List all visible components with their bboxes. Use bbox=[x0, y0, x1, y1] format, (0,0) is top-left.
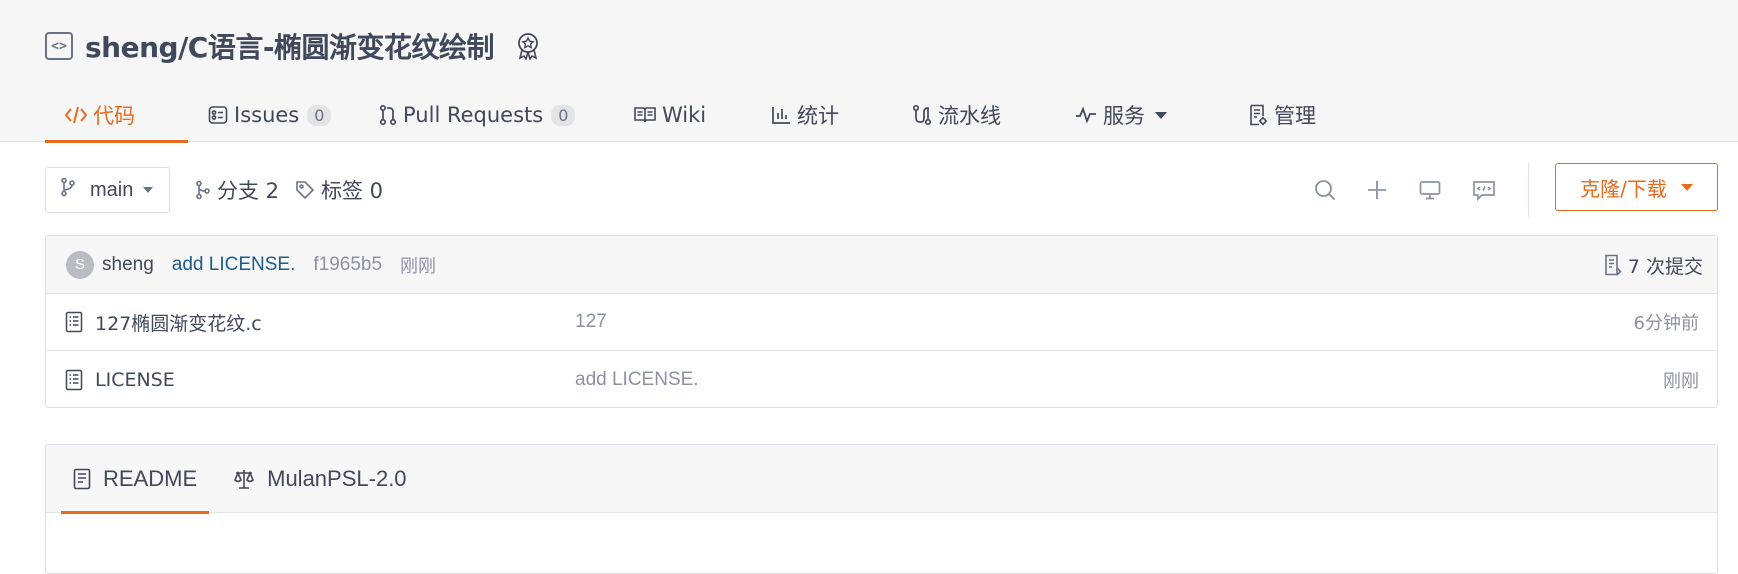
tab-readme-label: README bbox=[103, 466, 198, 491]
branches-label: 分支 2 bbox=[217, 179, 280, 203]
file-commit-message[interactable]: add LICENSE. bbox=[575, 369, 699, 391]
latest-commit-bar: S sheng add LICENSE. f1965b5 刚刚 7 次提交 bbox=[46, 236, 1717, 294]
file-browser: S sheng add LICENSE. f1965b5 刚刚 7 次提交 12… bbox=[45, 235, 1718, 408]
commit-count-label: 7 次提交 bbox=[1627, 255, 1703, 278]
plus-icon[interactable] bbox=[1365, 178, 1389, 202]
manage-doc-icon bbox=[1248, 104, 1268, 126]
tab-manage-label: 管理 bbox=[1274, 104, 1316, 128]
tab-statistics[interactable]: 统计 bbox=[751, 88, 892, 142]
repo-header: <> sheng/C语言-椭圆渐变花纹绘制 代码 Issues 0 Pull R… bbox=[0, 0, 1738, 143]
tab-manage[interactable]: 管理 bbox=[1228, 88, 1348, 142]
file-row[interactable]: LICENSE add LICENSE. 刚刚 bbox=[46, 351, 1717, 408]
search-icon[interactable] bbox=[1313, 178, 1337, 202]
clone-download-label: 克隆/下载 bbox=[1580, 176, 1667, 201]
clone-download-button[interactable]: 克隆/下载 bbox=[1555, 163, 1718, 211]
file-icon bbox=[65, 369, 83, 391]
tab-issues[interactable]: Issues 0 bbox=[188, 88, 359, 142]
chevron-down-icon bbox=[143, 187, 154, 193]
pull-request-icon bbox=[379, 104, 397, 126]
toolbar-divider bbox=[1528, 163, 1529, 217]
repo-title-bar: <> sheng/C语言-椭圆渐变花纹绘制 bbox=[45, 28, 542, 64]
comment-code-icon[interactable] bbox=[1472, 178, 1496, 202]
commits-icon bbox=[1604, 254, 1622, 276]
file-name[interactable]: 127椭圆渐变花纹.c bbox=[95, 309, 262, 336]
tab-license-label: MulanPSL-2.0 bbox=[267, 466, 407, 491]
tab-services[interactable]: 服务 bbox=[1055, 88, 1228, 142]
tab-pipeline-label: 流水线 bbox=[938, 104, 1001, 128]
commit-message[interactable]: add LICENSE. bbox=[172, 254, 296, 276]
tab-statistics-label: 统计 bbox=[797, 104, 839, 128]
file-row[interactable]: 127椭圆渐变花纹.c 127 6分钟前 bbox=[46, 294, 1717, 351]
chevron-down-icon bbox=[1155, 111, 1167, 119]
tags-label: 标签 0 bbox=[321, 179, 384, 203]
tab-pull-requests-label: Pull Requests bbox=[403, 103, 544, 127]
commit-sha[interactable]: f1965b5 bbox=[313, 254, 382, 276]
pulse-icon bbox=[1075, 106, 1097, 124]
scale-balance-icon bbox=[233, 469, 255, 489]
file-commit-message[interactable]: 127 bbox=[575, 311, 607, 333]
tag-icon bbox=[295, 180, 315, 200]
tab-license[interactable]: MulanPSL-2.0 bbox=[221, 445, 418, 513]
tab-pipeline[interactable]: 流水线 bbox=[892, 88, 1055, 142]
avatar[interactable]: S bbox=[66, 250, 94, 279]
commit-time: 刚刚 bbox=[400, 255, 437, 277]
repo-name[interactable]: sheng/C语言-椭圆渐变花纹绘制 bbox=[85, 26, 494, 66]
branches-icon bbox=[195, 180, 211, 200]
book-icon bbox=[634, 106, 656, 124]
award-badge-icon[interactable] bbox=[514, 32, 542, 60]
commit-author[interactable]: sheng bbox=[102, 254, 154, 276]
repo-nav-tabs: 代码 Issues 0 Pull Requests 0 Wiki 统计 流水线 … bbox=[45, 88, 1348, 143]
pull-requests-count-badge: 0 bbox=[551, 104, 576, 126]
tab-wiki[interactable]: Wiki bbox=[614, 88, 751, 142]
issues-icon bbox=[208, 105, 228, 125]
readme-panel: README MulanPSL-2.0 bbox=[45, 444, 1718, 574]
tab-code-label: 代码 bbox=[93, 104, 135, 128]
branch-icon bbox=[60, 177, 76, 203]
tab-readme[interactable]: README bbox=[61, 445, 210, 514]
tab-issues-label: Issues bbox=[234, 103, 300, 127]
branch-select[interactable]: main bbox=[45, 167, 170, 213]
tab-code[interactable]: 代码 bbox=[45, 88, 188, 143]
bar-chart-icon bbox=[771, 105, 791, 125]
file-time: 6分钟前 bbox=[1633, 313, 1699, 334]
commit-count-link[interactable]: 7 次提交 bbox=[1604, 236, 1703, 294]
monitor-icon[interactable] bbox=[1418, 178, 1442, 202]
readme-tabs: README MulanPSL-2.0 bbox=[46, 445, 1717, 514]
file-icon bbox=[65, 311, 83, 333]
code-repo-icon: <> bbox=[45, 32, 73, 60]
repo-toolbar: main 分支 2 标签 0 克隆/下载 bbox=[45, 163, 1718, 217]
code-icon bbox=[65, 105, 87, 125]
readme-doc-icon bbox=[73, 468, 91, 490]
branches-link[interactable]: 分支 2 bbox=[195, 167, 279, 213]
file-time: 刚刚 bbox=[1663, 370, 1699, 392]
issues-count-badge: 0 bbox=[307, 104, 332, 126]
branch-name: main bbox=[90, 178, 134, 201]
tab-wiki-label: Wiki bbox=[662, 103, 707, 127]
tags-link[interactable]: 标签 0 bbox=[295, 167, 383, 213]
tab-services-label: 服务 bbox=[1103, 104, 1145, 128]
tab-pull-requests[interactable]: Pull Requests 0 bbox=[359, 88, 614, 142]
pipeline-icon bbox=[912, 104, 932, 126]
file-name[interactable]: LICENSE bbox=[95, 369, 175, 391]
chevron-down-icon bbox=[1680, 183, 1693, 191]
